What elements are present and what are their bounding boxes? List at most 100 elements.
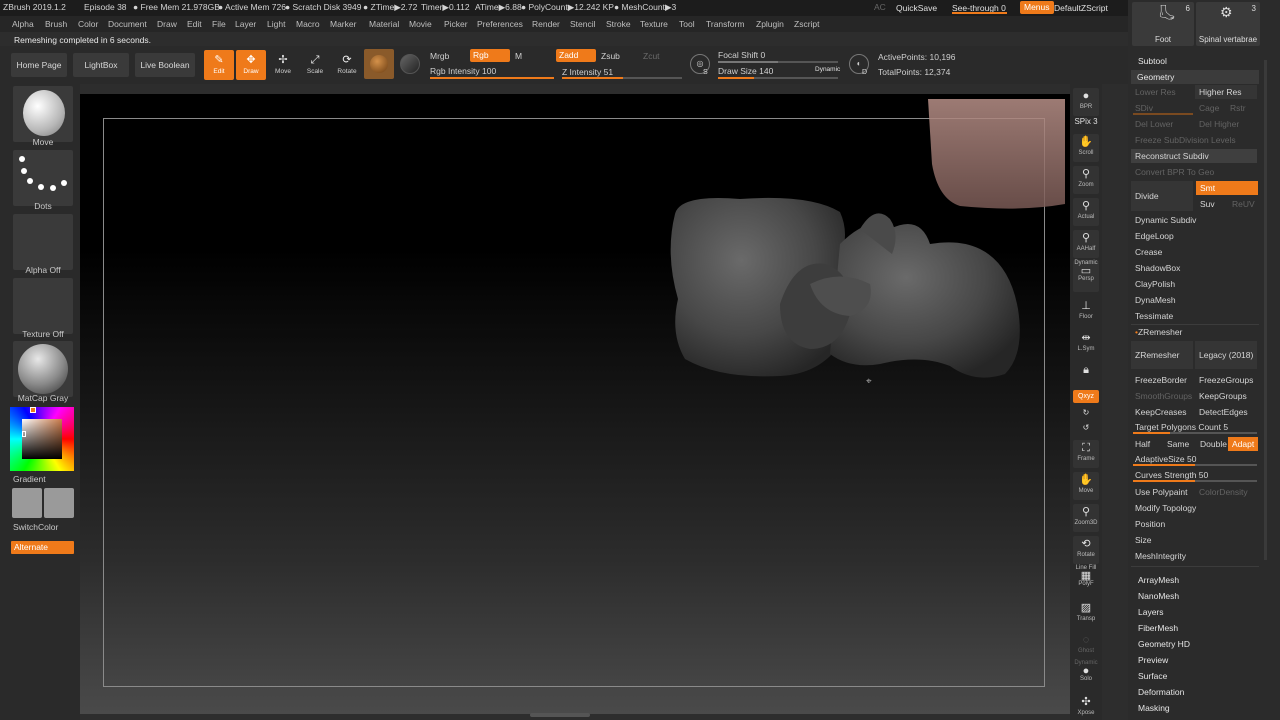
rgb-button[interactable]: Rgb [470,49,510,62]
move-mode-button[interactable]: ✢ Move [268,50,298,80]
focal-shift-slider[interactable]: Focal Shift 0 [718,50,765,60]
adapt-button[interactable]: Adapt [1228,437,1258,451]
layers-section[interactable]: Layers [1138,607,1164,617]
xpose-button[interactable]: ✣ Xpose [1073,694,1099,720]
menu-stroke[interactable]: Stroke [606,19,631,29]
zremesher-section[interactable]: •ZRemesher [1131,325,1257,339]
z-intensity-slider[interactable]: Z Intensity 51 [562,67,613,77]
dynamic-toggle[interactable]: Dynamic [815,66,840,73]
dynamesh-section[interactable]: DynaMesh [1131,293,1257,307]
keep-creases-toggle[interactable]: KeepCreases [1131,405,1193,419]
menu-texture[interactable]: Texture [640,19,668,29]
freeze-groups-toggle[interactable]: FreezeGroups [1195,373,1257,387]
surface-section[interactable]: Surface [1138,671,1167,681]
alternate-button[interactable]: Alternate [11,541,74,554]
freeze-border-toggle[interactable]: FreezeBorder [1131,373,1193,387]
shadowbox-section[interactable]: ShadowBox [1131,261,1257,275]
zoom3d-button[interactable]: ⚲ Zoom3D [1073,504,1099,532]
same-button[interactable]: Same [1163,437,1195,451]
menu-stencil[interactable]: Stencil [570,19,596,29]
arraymesh-section[interactable]: ArrayMesh [1138,575,1179,585]
stroke-thumb[interactable] [13,150,73,206]
menu-render[interactable]: Render [532,19,560,29]
material-thumb[interactable] [13,341,73,397]
polyf-button[interactable]: Line Fill ▦ PolyF [1073,565,1099,595]
curves-strength-track[interactable] [1133,480,1257,482]
document-canvas[interactable]: ⌖ [80,94,1070,714]
rgb-intensity-track[interactable] [430,77,554,79]
use-polypaint-toggle[interactable]: Use Polypaint [1131,485,1193,499]
masking-section[interactable]: Masking [1138,703,1170,713]
menu-zplugin[interactable]: Zplugin [756,19,784,29]
zcut-button[interactable]: Zcut [640,50,663,63]
menu-document[interactable]: Document [108,19,147,29]
aahalf-button[interactable]: ⚲ AAHalf [1073,230,1099,258]
rotate-y-button[interactable]: ↻ [1073,406,1099,420]
actual-button[interactable]: ⚲ Actual [1073,198,1099,226]
mesh-integrity-section[interactable]: MeshIntegrity [1131,549,1257,563]
subtool-thumb-foot[interactable]: 🦶︎ 6 Foot [1132,2,1194,46]
qxyz-button[interactable]: Qxyz [1073,390,1099,403]
geometry-section[interactable]: Geometry [1131,70,1259,84]
draw-size-track[interactable] [718,77,838,79]
rotate-mode-button[interactable]: ⟳ Rotate [332,50,362,80]
solo-button[interactable]: Dynamic ● Solo [1073,660,1099,690]
preview-section[interactable]: Preview [1138,655,1168,665]
keep-groups-toggle[interactable]: KeepGroups [1195,389,1257,403]
lsym-button[interactable]: ⇹ L.Sym [1073,330,1099,358]
reuv-button[interactable]: ReUV [1228,197,1258,211]
target-polygons-track[interactable] [1133,432,1257,434]
adaptive-size-track[interactable] [1133,464,1257,466]
convert-bpr-button[interactable]: Convert BPR To Geo [1131,165,1257,179]
sv-marker-icon[interactable] [22,431,26,437]
menu-tool[interactable]: Tool [679,19,695,29]
scale-mode-button[interactable]: ⤢ Scale [300,50,330,80]
material-swatch[interactable] [364,49,394,79]
menu-edit[interactable]: Edit [187,19,202,29]
zadd-button[interactable]: Zadd [556,49,596,62]
double-button[interactable]: Double [1196,437,1228,451]
color-swatch-icon[interactable] [400,54,420,74]
rstr-button[interactable]: Rstr [1226,101,1256,115]
z-intensity-track[interactable] [562,77,682,79]
zremesher-button[interactable]: ZRemesher [1131,341,1193,369]
ghost-button[interactable]: ◌ Ghost [1073,632,1099,660]
menu-draw[interactable]: Draw [157,19,177,29]
menu-preferences[interactable]: Preferences [477,19,523,29]
smt-toggle[interactable]: Smt [1196,181,1258,195]
main-color-swatch[interactable] [12,488,42,518]
smooth-groups-slider[interactable]: SmoothGroups [1131,389,1193,403]
menu-layer[interactable]: Layer [235,19,256,29]
m-button[interactable]: M [512,50,525,63]
freeze-subdiv-button[interactable]: Freeze SubDivision Levels [1131,133,1257,147]
persp-button[interactable]: Dynamic ▭ Persp [1073,260,1099,292]
menu-transform[interactable]: Transform [706,19,744,29]
legacy-button[interactable]: Legacy (2018) [1195,341,1257,369]
spix-slider[interactable]: SPix 3 [1073,117,1099,129]
menu-movie[interactable]: Movie [409,19,432,29]
palette-scrollbar[interactable] [1264,60,1267,560]
switch-color-label[interactable]: SwitchColor [13,522,58,532]
position-section[interactable]: Position [1131,517,1257,531]
menus-button[interactable]: Menus [1020,1,1054,14]
subtool-thumb-vertebrae[interactable]: ⚙︎ 3 Spinal vertabrae [1196,2,1260,46]
color-picker-square[interactable] [22,419,62,459]
suv-toggle[interactable]: Suv [1196,197,1226,211]
zoom-button[interactable]: ⚲ Zoom [1073,166,1099,194]
menu-picker[interactable]: Picker [444,19,468,29]
menu-light[interactable]: Light [267,19,285,29]
home-page-button[interactable]: Home Page [11,53,67,77]
divide-button[interactable]: Divide [1131,181,1193,211]
crease-section[interactable]: Crease [1131,245,1257,259]
secondary-color-swatch[interactable] [44,488,74,518]
claypolish-section[interactable]: ClayPolish [1131,277,1257,291]
rotate-view-button[interactable]: ⟲ Rotate [1073,536,1099,564]
brush-thumb[interactable] [13,86,73,142]
menu-alpha[interactable]: Alpha [12,19,34,29]
half-button[interactable]: Half [1131,437,1161,451]
color-picker[interactable] [10,407,74,471]
menu-material[interactable]: Material [369,19,399,29]
subtool-section[interactable]: Subtool [1138,56,1167,66]
dynamic-subdiv-section[interactable]: Dynamic Subdiv [1131,213,1257,227]
nanomesh-section[interactable]: NanoMesh [1138,591,1179,601]
